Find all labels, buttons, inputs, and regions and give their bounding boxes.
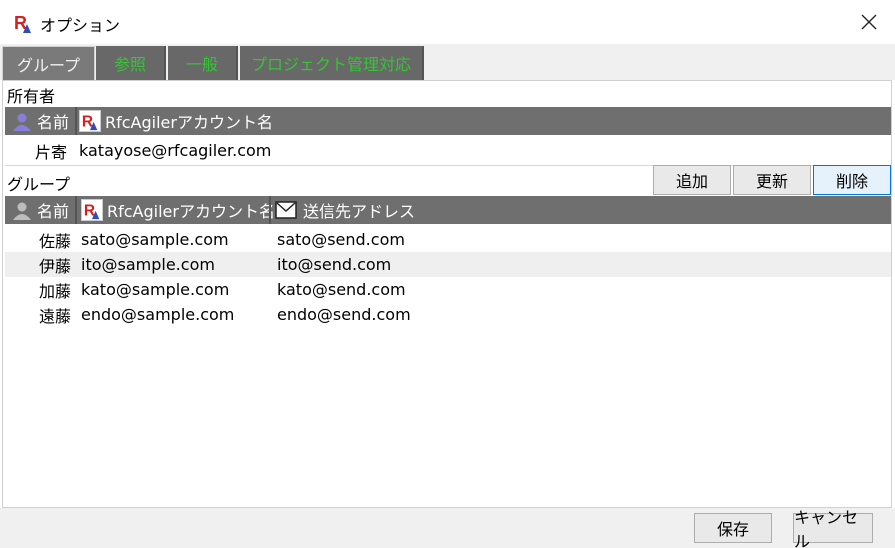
member-send-address: sato@send.com [277, 230, 405, 249]
member-name: 伊藤 [39, 256, 72, 276]
cancel-button[interactable]: キャンセル [793, 508, 873, 548]
rfcagiler-logo-icon: R [81, 199, 103, 221]
member-account: ito@sample.com [81, 255, 215, 274]
dialog-footer: 保存 キャンセル [0, 508, 895, 548]
member-name: 遠藤 [39, 306, 72, 326]
save-button[interactable]: 保存 [694, 513, 772, 543]
table-row[interactable]: 加藤 kato@sample.com kato@send.com [5, 277, 891, 302]
group-account-column-header[interactable]: R RfcAgilerアカウント名 [81, 196, 275, 224]
owner-section-label: 所有者 [7, 87, 56, 106]
delete-button[interactable]: 削除 [813, 165, 891, 195]
close-button[interactable] [850, 8, 888, 36]
owner-table-header: 名前 R RfcAgilerアカウント名 [5, 107, 891, 135]
member-send-address: endo@send.com [277, 305, 411, 324]
group-name-column-header[interactable]: 名前 [37, 196, 69, 224]
rfcagiler-logo-icon: R [79, 110, 101, 132]
title-bar: R オプション [0, 0, 895, 44]
group-account-column-label: RfcAgilerアカウント名 [107, 202, 275, 221]
member-name: 佐藤 [39, 231, 72, 251]
owner-name: 片寄 [35, 142, 68, 162]
owner-account-column-label: RfcAgilerアカウント名 [105, 113, 273, 132]
close-icon [861, 14, 877, 30]
tab-group[interactable]: グループ [2, 46, 95, 80]
member-account: kato@sample.com [81, 280, 230, 299]
member-account: endo@sample.com [81, 305, 235, 324]
update-button[interactable]: 更新 [733, 165, 811, 195]
owner-account: katayose@rfcagiler.com [79, 141, 272, 160]
person-icon [13, 113, 31, 131]
group-send-column-header[interactable]: 送信先アドレス [275, 196, 415, 224]
person-icon [13, 202, 31, 220]
tab-project-management[interactable]: プロジェクト管理対応 [240, 46, 424, 80]
table-row[interactable]: 遠藤 endo@sample.com endo@send.com [5, 302, 891, 327]
tab-bar: グループ 参照 一般 プロジェクト管理対応 [0, 44, 895, 80]
table-row[interactable]: 伊藤 ito@sample.com ito@send.com [5, 252, 891, 277]
mail-icon [275, 201, 297, 219]
group-section-label: グループ [7, 175, 71, 194]
group-send-column-label: 送信先アドレス [303, 202, 416, 221]
owner-name-column-header[interactable]: 名前 [37, 107, 69, 135]
member-send-address: kato@send.com [277, 280, 406, 299]
window-title: オプション [40, 16, 121, 35]
member-send-address: ito@send.com [277, 255, 392, 274]
member-account: sato@sample.com [81, 230, 229, 249]
group-table-header: 名前 R RfcAgilerアカウント名 送信先アドレス [5, 196, 891, 224]
add-button[interactable]: 追加 [653, 165, 731, 195]
tab-reference[interactable]: 参照 [96, 46, 166, 80]
group-tab-panel: 所有者 名前 R RfcAgilerアカウント名 片寄 katayose@rfc… [2, 80, 892, 508]
rfcagiler-logo-icon: R [14, 13, 31, 33]
table-row[interactable]: 佐藤 sato@sample.com sato@send.com [5, 227, 891, 252]
owner-account-column-header[interactable]: R RfcAgilerアカウント名 [79, 107, 273, 135]
owner-row[interactable]: 片寄 katayose@rfcagiler.com [5, 138, 891, 163]
member-name: 加藤 [39, 281, 72, 301]
tab-general[interactable]: 一般 [168, 46, 238, 80]
